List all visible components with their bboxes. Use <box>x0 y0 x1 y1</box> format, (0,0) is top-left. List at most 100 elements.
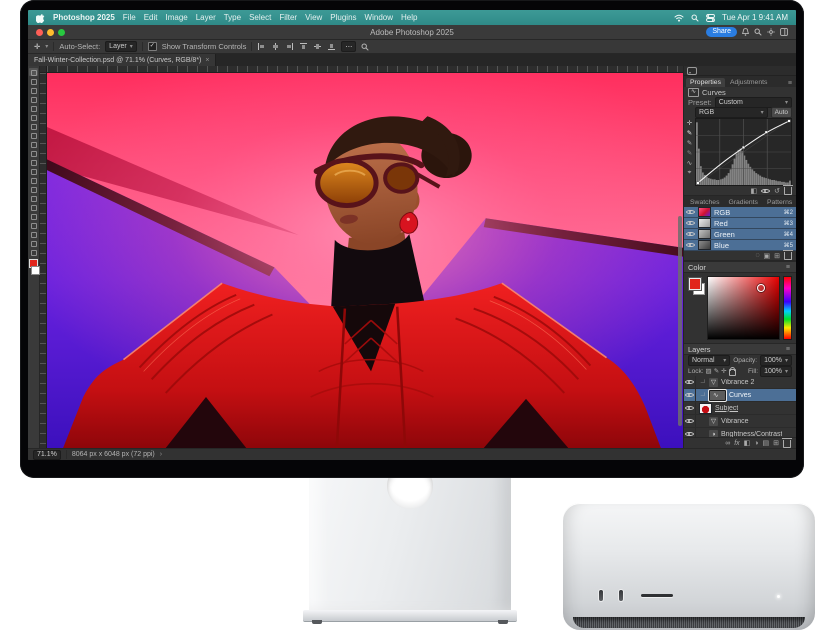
panel-menu-icon[interactable]: ≡ <box>788 80 794 87</box>
status-chevron-icon[interactable]: › <box>160 451 162 458</box>
panel-menu-icon[interactable]: ≡ <box>786 346 792 353</box>
visibility-toggle[interactable] <box>684 415 696 427</box>
auto-select-dropdown[interactable]: Layer▾ <box>105 41 137 52</box>
tool-preset-caret-icon[interactable]: ▾ <box>45 43 48 50</box>
gray-point-eyedropper-icon[interactable]: ✎ <box>687 139 692 147</box>
eye-icon[interactable] <box>686 208 695 216</box>
more-align-options-button[interactable]: ⋯ <box>341 41 356 52</box>
save-selection-icon[interactable]: ▣ <box>764 252 771 260</box>
hue-slider[interactable] <box>783 276 792 340</box>
channel-row-rgb[interactable]: RGB ⌘2 <box>684 207 796 218</box>
visibility-icon[interactable] <box>761 187 770 195</box>
path-selection-tool[interactable] <box>29 221 38 229</box>
move-tool[interactable] <box>29 68 38 76</box>
new-channel-icon[interactable]: ⊞ <box>774 252 780 260</box>
lasso-tool[interactable] <box>29 86 38 94</box>
color-picker-ring[interactable] <box>757 284 765 292</box>
delete-layer-icon[interactable] <box>783 440 791 448</box>
layer-group-icon[interactable]: ▤ <box>763 439 770 447</box>
show-transform-checkbox[interactable]: ✓ <box>148 42 157 51</box>
zoom-tool-options-icon[interactable] <box>361 43 369 51</box>
channel-dropdown[interactable]: RGB▾ <box>695 107 768 118</box>
black-point-eyedropper-icon[interactable]: ✎ <box>687 129 692 137</box>
wifi-icon[interactable] <box>674 14 684 22</box>
rectangle-tool[interactable] <box>29 230 38 238</box>
menu-item-file[interactable]: File <box>123 13 136 22</box>
toolbar-background-swatch[interactable] <box>31 266 40 275</box>
menu-item-plugins[interactable]: Plugins <box>330 13 356 22</box>
delete-adjustment-icon[interactable] <box>784 187 792 195</box>
preset-dropdown[interactable]: Custom▾ <box>715 97 792 108</box>
canvas-image[interactable] <box>47 73 683 448</box>
rectangular-marquee-tool[interactable] <box>29 77 38 85</box>
auto-button[interactable]: Auto <box>771 107 792 118</box>
tab-swatches[interactable]: Swatches <box>686 198 723 207</box>
object-selection-tool[interactable] <box>29 95 38 103</box>
fill-value[interactable]: 100%▾ <box>760 366 792 377</box>
type-tool[interactable] <box>29 212 38 220</box>
layer-row-vibrance[interactable]: ▽ Vibrance <box>684 415 796 428</box>
blur-tool[interactable] <box>29 185 38 193</box>
lock-position-icon[interactable]: ✛ <box>721 367 726 375</box>
vertical-scrollbar-thumb[interactable] <box>678 216 682 426</box>
clone-stamp-tool[interactable] <box>29 149 38 157</box>
eraser-tool[interactable] <box>29 167 38 175</box>
share-button[interactable]: Share <box>706 27 737 37</box>
settings-gear-icon[interactable] <box>767 28 775 36</box>
layer-thumbnail[interactable] <box>699 403 712 414</box>
eyedropper-tool[interactable] <box>29 122 38 130</box>
eye-icon[interactable] <box>686 219 695 227</box>
tab-adjustments[interactable]: Adjustments <box>726 78 771 87</box>
search-icon[interactable] <box>754 28 762 36</box>
channel-row-green[interactable]: Green ⌘4 <box>684 229 796 240</box>
menu-item-type[interactable]: Type <box>224 13 241 22</box>
menu-item-filter[interactable]: Filter <box>279 13 297 22</box>
curve-pencil-icon[interactable]: ∿ <box>687 159 692 167</box>
link-layers-icon[interactable]: ∞ <box>725 440 730 447</box>
brush-tool[interactable] <box>29 140 38 148</box>
align-top-icon[interactable] <box>299 42 308 51</box>
blend-mode-dropdown[interactable]: Normal▾ <box>688 355 730 366</box>
align-bottom-icon[interactable] <box>327 42 336 51</box>
layer-effects-icon[interactable]: fx <box>734 440 739 447</box>
layer-row-vibrance-2[interactable]: ∟ ▽ Vibrance 2 <box>684 376 796 389</box>
menu-item-view[interactable]: View <box>305 13 322 22</box>
load-selection-icon[interactable]: ◌ <box>755 252 759 259</box>
targeted-adjustment-icon[interactable]: ✛ <box>687 119 692 127</box>
curves-graph[interactable] <box>695 118 792 186</box>
comments-panel-icon[interactable] <box>687 67 697 75</box>
menu-item-app[interactable]: Photoshop 2025 <box>53 13 115 22</box>
gradient-tool[interactable] <box>29 176 38 184</box>
tab-patterns[interactable]: Patterns <box>763 198 796 207</box>
delete-channel-icon[interactable] <box>784 252 792 260</box>
visibility-toggle[interactable] <box>684 402 696 414</box>
notifications-bell-icon[interactable] <box>742 28 749 36</box>
eye-icon[interactable] <box>686 230 695 238</box>
channel-row-red[interactable]: Red ⌘3 <box>684 218 796 229</box>
visibility-toggle[interactable] <box>684 428 696 437</box>
foreground-color-swatch[interactable] <box>689 278 701 290</box>
menu-item-layer[interactable]: Layer <box>196 13 216 22</box>
lock-transparency-icon[interactable]: ▨ <box>706 367 712 375</box>
layer-mask-icon[interactable]: ◧ <box>744 439 751 447</box>
eye-icon[interactable] <box>686 241 695 249</box>
minimize-window-button[interactable] <box>47 29 54 36</box>
align-center-icon[interactable] <box>271 42 280 51</box>
dodge-tool[interactable] <box>29 194 38 202</box>
adjustment-layer-icon[interactable]: ◑ <box>754 440 758 447</box>
crop-tool[interactable] <box>29 104 38 112</box>
menu-item-window[interactable]: Window <box>365 13 393 22</box>
layer-row-curves[interactable]: ∟ ∿ Curves <box>684 389 796 402</box>
control-center-icon[interactable] <box>706 14 715 22</box>
lock-pixels-icon[interactable]: ✎ <box>714 367 719 375</box>
tab-properties[interactable]: Properties <box>686 78 725 87</box>
menu-item-image[interactable]: Image <box>165 13 187 22</box>
visibility-toggle[interactable] <box>684 376 696 388</box>
layer-name[interactable]: Curves <box>729 392 751 399</box>
menu-item-help[interactable]: Help <box>401 13 417 22</box>
smooth-curve-icon[interactable]: ⌖ <box>688 169 692 177</box>
lock-all-icon[interactable] <box>729 369 736 376</box>
frame-tool[interactable] <box>29 113 38 121</box>
zoom-window-button[interactable] <box>58 29 65 36</box>
channel-row-blue[interactable]: Blue ⌘5 <box>684 240 796 251</box>
